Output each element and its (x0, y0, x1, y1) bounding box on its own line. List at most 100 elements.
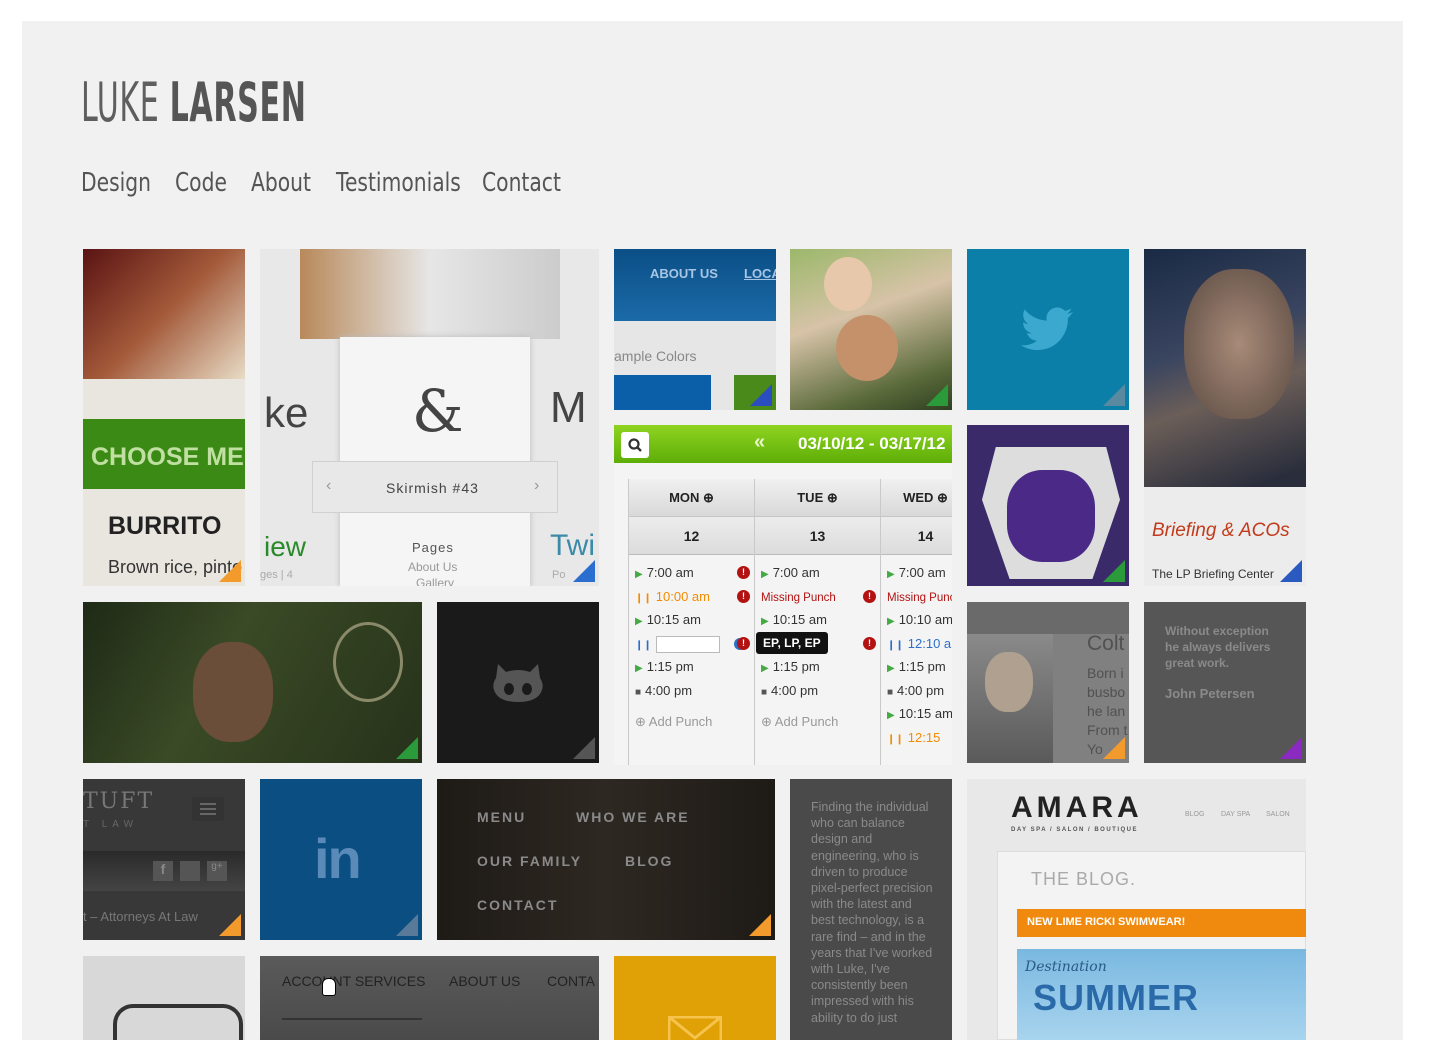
timecard-calendar-tile[interactable]: « 03/10/12 - 03/17/12 MON ⊕ 12 ▶ 7:00 am! ❙❙… (614, 425, 952, 765)
nav-design[interactable]: Design (81, 168, 154, 198)
tall-quote-tile[interactable]: Finding the individual who can balance d… (790, 779, 952, 1040)
nav-testimonials[interactable]: Testimonials (336, 168, 461, 198)
amara-link-salon[interactable]: SALON (1266, 811, 1290, 818)
punch-error-icon[interactable]: ! (863, 589, 876, 603)
day-header[interactable]: MON ⊕ (629, 479, 754, 517)
punch-row[interactable]: ▶ 1:15 pm (881, 655, 952, 679)
punch-row[interactable]: ▶ 10:15 am (629, 608, 754, 632)
day-column-tue: TUE ⊕ 13 ▶ 7:00 am Missing Punch! ▶ 10:15 am! ▶… (754, 479, 880, 765)
nav-sample-tile[interactable]: ABOUT US LOCA ample Colors (614, 249, 776, 410)
sample-link-about[interactable]: ABOUT US (650, 266, 718, 281)
punch-row[interactable]: ❙❙ 10:00 am! (629, 585, 754, 609)
pages-label: Pages (412, 540, 454, 555)
menu-link-family[interactable]: OUR FAMILY (477, 853, 582, 869)
amara-brand: AMARA (1011, 791, 1143, 824)
punch-row[interactable]: ■ 4:00 pm (755, 679, 880, 703)
account-link-contact[interactable]: CONTA (547, 973, 595, 989)
facebook-icon[interactable]: f (153, 861, 173, 881)
glasses-tile[interactable] (83, 956, 245, 1040)
punch-row[interactable]: ■ 4:00 pm (881, 679, 952, 703)
punch-in-icon: ▶ (761, 569, 769, 580)
punch-row[interactable]: ▶ 1:15 pm (755, 655, 880, 679)
add-punch-button[interactable]: ⊕ Add Punch (755, 714, 880, 730)
account-link-services[interactable]: ACCOUNT SERVICES (282, 973, 425, 989)
punch-row[interactable]: ❙❙12:10 am (881, 632, 952, 656)
punch-row[interactable]: Missing Punch! (755, 585, 880, 609)
punch-error-icon[interactable]: ! (737, 636, 750, 650)
punch-row[interactable]: ❙❙ 12:15 (881, 726, 952, 750)
punch-in-icon: ▶ (887, 569, 895, 580)
tuft-law-tile[interactable]: TUFT T LAW f g+ t – Attorneys At Law (83, 779, 245, 940)
burrito-tile[interactable]: CHOOSE ME BURRITO Brown rice, pinto (83, 249, 245, 586)
pages-link-gallery[interactable]: Gallery (416, 576, 454, 586)
skirmish-prev-arrow[interactable]: ‹ (326, 477, 331, 495)
punch-row[interactable]: ▶ 7:00 am (881, 561, 952, 585)
punch-row[interactable]: ▶ 10:10 am (881, 608, 952, 632)
day-date: 14 (881, 517, 952, 555)
punch-error-icon[interactable]: ! (737, 589, 750, 603)
john-testimonial-tile[interactable]: Without exception he always delivers gre… (1144, 602, 1306, 763)
add-day-icon[interactable]: ⊕ (933, 490, 948, 505)
account-services-tile[interactable]: ACCOUNT SERVICES ABOUT US CONTA (260, 956, 599, 1040)
skirmish-label: Skirmish #43 (386, 480, 479, 496)
day-header[interactable]: TUE ⊕ (755, 479, 880, 517)
linkedin-tile[interactable]: in (260, 779, 422, 940)
calendar-search-button[interactable] (621, 432, 649, 458)
punch-row[interactable]: ▶ 1:15 pm (629, 655, 754, 679)
punch-time-input[interactable] (655, 635, 720, 653)
github-tile[interactable] (437, 602, 599, 763)
menu-hamburger-icon[interactable] (192, 797, 224, 821)
punch-time: 7:00 am (898, 565, 946, 580)
twitter-tile[interactable] (967, 249, 1129, 410)
googleplus-icon[interactable]: g+ (207, 861, 227, 881)
account-link-about[interactable]: ABOUT US (449, 973, 520, 989)
twitter-small-icon[interactable] (180, 861, 200, 881)
choose-banner-text: CHOOSE ME (91, 443, 244, 471)
account-divider (282, 1018, 422, 1020)
mail-tile[interactable] (614, 956, 776, 1040)
amara-tile[interactable]: AMARA DAY SPA / SALON / BOUTIQUE BLOG DA… (967, 779, 1306, 1040)
nav-code[interactable]: Code (175, 168, 234, 198)
menu-link-who[interactable]: WHO WE ARE (576, 809, 690, 825)
nav-about[interactable]: About (251, 168, 317, 198)
menu-link-contact[interactable]: CONTACT (477, 897, 558, 913)
colt-testimonial-tile[interactable]: Colt Born i busbo he lan From t Yo (967, 602, 1129, 763)
punch-error-icon[interactable]: ! (863, 636, 876, 650)
punch-row[interactable]: ❙❙! (629, 632, 754, 656)
amara-link-blog[interactable]: BLOG (1185, 811, 1204, 818)
child-face (824, 257, 872, 311)
punch-row[interactable]: ▶ 7:00 am! (629, 561, 754, 585)
skirmish-next-arrow[interactable]: › (534, 477, 539, 495)
nav-contact[interactable]: Contact (482, 168, 561, 198)
site-logo[interactable]: LUKE LARSEN (81, 71, 307, 134)
amara-link-spa[interactable]: DAY SPA (1221, 811, 1250, 818)
tennis-photo-tile[interactable] (83, 602, 422, 763)
corner-marker (1280, 560, 1302, 582)
add-day-icon[interactable]: ⊕ (699, 490, 714, 505)
prev-week-button[interactable]: « (754, 431, 765, 454)
add-day-icon[interactable]: ⊕ (823, 490, 838, 505)
add-punch-button[interactable]: ⊕ Add Punch (629, 714, 754, 730)
punch-in-icon: ▶ (635, 663, 643, 674)
wildcat-tile[interactable] (967, 425, 1129, 586)
burrito-photo (83, 249, 245, 379)
punch-row[interactable]: ▶ 10:15 am (881, 702, 952, 726)
skirmish-tile[interactable]: & ke M ‹ › Skirmish #43 Pages About Us G… (260, 249, 599, 586)
punch-time: Missing Punc (887, 591, 952, 604)
family-photo-tile[interactable] (790, 249, 952, 410)
menu-link-blog[interactable]: BLOG (625, 853, 673, 869)
day-header[interactable]: WED ⊕ (881, 479, 952, 517)
pages-link-about[interactable]: About Us (408, 560, 457, 574)
punch-row[interactable]: ■ 4:00 pm (629, 679, 754, 703)
menu-link-menu[interactable]: MENU (477, 809, 526, 825)
sample-colors-text: ample Colors (614, 348, 697, 364)
punch-row[interactable]: ▶ 7:00 am (755, 561, 880, 585)
briefing-tile[interactable]: Briefing & ACOs The LP Briefing Center (1144, 249, 1306, 586)
sample-link-loca[interactable]: LOCA (744, 266, 776, 281)
menu-sample-tile[interactable]: MENU WHO WE ARE OUR FAMILY BLOG CONTACT (437, 779, 775, 940)
punch-row[interactable]: Missing Punc (881, 585, 952, 609)
corner-marker (926, 384, 948, 406)
punch-error-icon[interactable]: ! (737, 566, 750, 579)
add-punch-label: Add Punch (648, 714, 713, 729)
punch-row[interactable]: ▶ 10:15 am (755, 608, 880, 632)
